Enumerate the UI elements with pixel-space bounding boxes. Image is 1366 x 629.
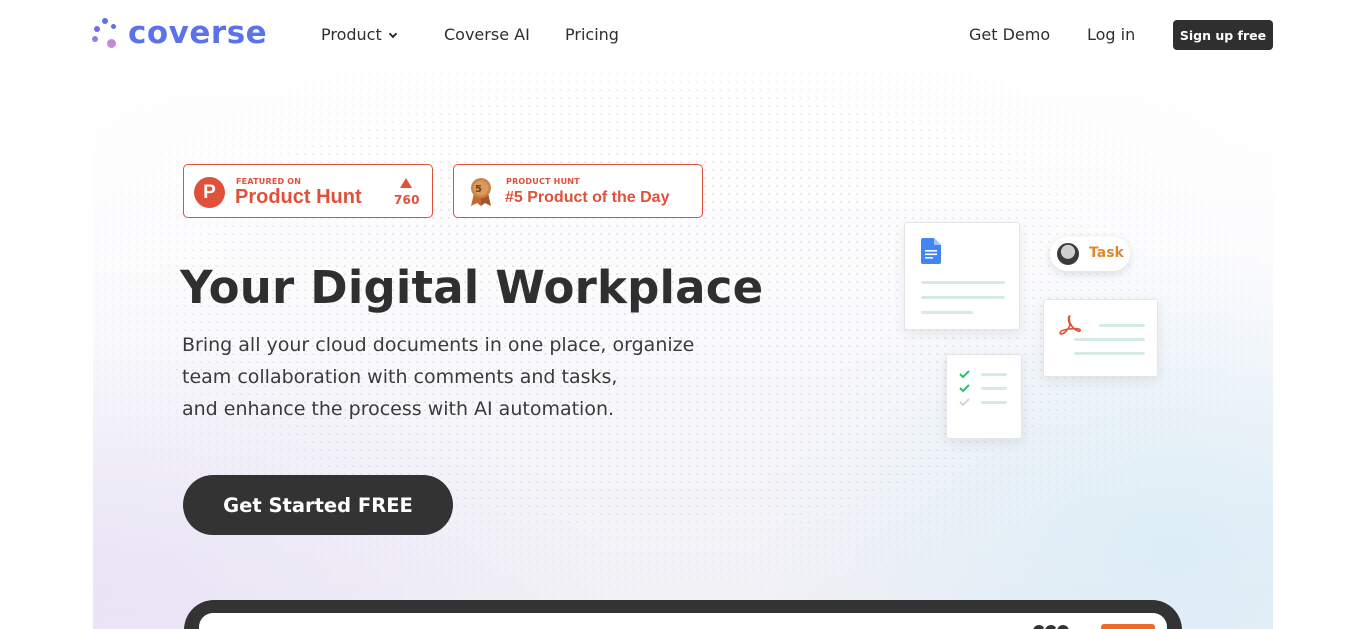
product-hunt-featured-badge[interactable]: P FEATURED ON Product Hunt 760 <box>183 164 433 218</box>
nav-pricing[interactable]: Pricing <box>565 24 619 46</box>
text-line <box>921 296 1005 299</box>
coverse-logo[interactable]: coverse <box>92 16 267 50</box>
badge-award-big: #5 Product of the Day <box>505 189 670 206</box>
badge-featured-big: Product Hunt <box>235 186 362 208</box>
task-label: Task <box>1089 245 1124 261</box>
text-line <box>921 281 1005 284</box>
badge-award-small: PRODUCT HUNT <box>506 177 580 186</box>
hero-description-line: team collaboration with comments and tas… <box>182 366 618 388</box>
text-line <box>1074 338 1145 341</box>
hero-section: P FEATURED ON Product Hunt 760 5 PRODUCT… <box>93 70 1273 629</box>
upvote-count: 760 <box>394 193 420 207</box>
medal-number: 5 <box>475 184 483 195</box>
upvote-triangle-icon <box>400 178 412 188</box>
checklist-icon <box>959 370 1007 407</box>
task-pill: Task <box>1050 237 1130 271</box>
product-of-the-day-badge[interactable]: 5 PRODUCT HUNT #5 Product of the Day <box>453 164 703 218</box>
app-preview-screen <box>199 613 1167 629</box>
text-line <box>1099 324 1145 327</box>
hero-description-line: Bring all your cloud documents in one pl… <box>182 334 695 356</box>
pdf-card <box>1043 299 1158 377</box>
nav-product[interactable]: Product <box>321 24 397 46</box>
hero-description: Bring all your cloud documents in one pl… <box>182 329 694 425</box>
checklist-card <box>946 354 1022 439</box>
text-line <box>1074 352 1145 355</box>
logo-dots-icon <box>92 16 122 50</box>
preview-orange-button <box>1101 624 1155 629</box>
nav-product-label: Product <box>321 25 382 44</box>
product-hunt-icon: P <box>194 177 225 208</box>
hero-title: Your Digital Workplace <box>180 261 764 314</box>
signup-button[interactable]: Sign up free <box>1173 20 1273 50</box>
get-demo-link[interactable]: Get Demo <box>969 24 1050 46</box>
avatar <box>1055 241 1081 267</box>
chevron-down-icon <box>388 29 397 39</box>
document-card <box>904 222 1020 330</box>
badge-featured-small: FEATURED ON <box>236 177 302 186</box>
google-docs-icon <box>921 238 941 264</box>
hero-description-line: and enhance the process with AI automati… <box>182 398 615 420</box>
text-line <box>921 311 973 314</box>
login-link[interactable]: Log in <box>1087 24 1135 46</box>
pdf-icon <box>1059 315 1081 335</box>
top-nav: coverse Product Coverse AI Pricing Get D… <box>0 0 1366 70</box>
get-started-button[interactable]: Get Started FREE <box>183 475 453 535</box>
logo-wordmark: coverse <box>128 15 268 51</box>
nav-coverse-ai[interactable]: Coverse AI <box>444 24 530 46</box>
